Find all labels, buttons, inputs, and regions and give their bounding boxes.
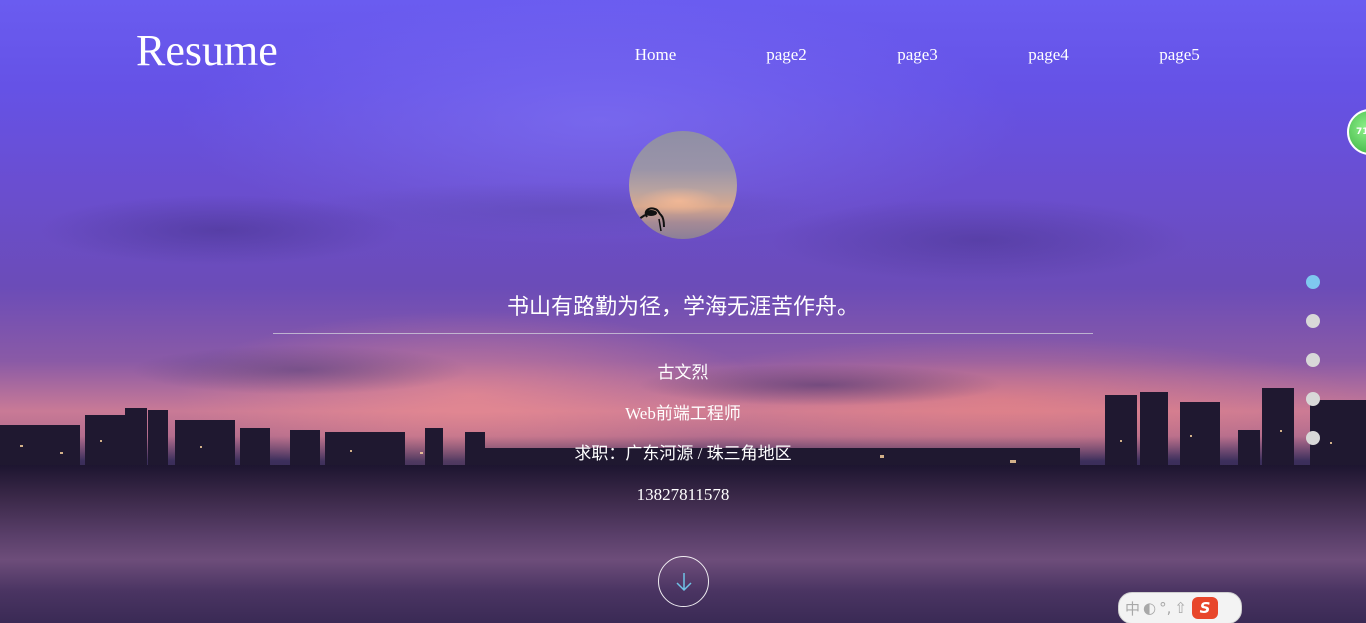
job-title: Web前端工程师 (625, 404, 741, 423)
page-dot-1[interactable] (1306, 275, 1320, 289)
flamingo-silhouette-icon (638, 207, 665, 232)
main-nav: Home page2 page3 page4 page5 (590, 44, 1245, 66)
job-location: 求职：广东河源 / 珠三角地区 (574, 444, 792, 463)
nav-home[interactable]: Home (590, 44, 721, 66)
scroll-down-button[interactable] (658, 556, 709, 607)
nav-page4[interactable]: page4 (983, 44, 1114, 66)
ime-shirt-icon[interactable]: ⇧ (1174, 599, 1187, 617)
nav-page3[interactable]: page3 (852, 44, 983, 66)
arrow-down-icon (675, 572, 692, 591)
ime-punctuation-icon[interactable]: °, (1159, 599, 1171, 617)
ime-moon-icon[interactable]: ◐ (1143, 599, 1156, 617)
page-dot-3[interactable] (1306, 353, 1320, 367)
ime-chinese-mode-icon[interactable]: 中 (1125, 598, 1140, 619)
site-logo[interactable]: Resume (136, 26, 278, 76)
divider (273, 333, 1093, 334)
ime-logo-icon[interactable]: S (1191, 597, 1218, 619)
person-name: 古文烈 (657, 363, 709, 382)
page-indicator (1306, 275, 1320, 470)
nav-page5[interactable]: page5 (1114, 44, 1245, 66)
page-dot-2[interactable] (1306, 314, 1320, 328)
page-dot-5[interactable] (1306, 431, 1320, 445)
page-dot-4[interactable] (1306, 392, 1320, 406)
nav-page2[interactable]: page2 (721, 44, 852, 66)
ime-toolbar[interactable]: 中 ◐ °, ⇧ S (1118, 592, 1242, 623)
avatar (629, 131, 737, 239)
motto: 书山有路勤为径，学海无涯苦作舟。 (506, 294, 859, 319)
phone-number: 13827811578 (636, 485, 730, 504)
